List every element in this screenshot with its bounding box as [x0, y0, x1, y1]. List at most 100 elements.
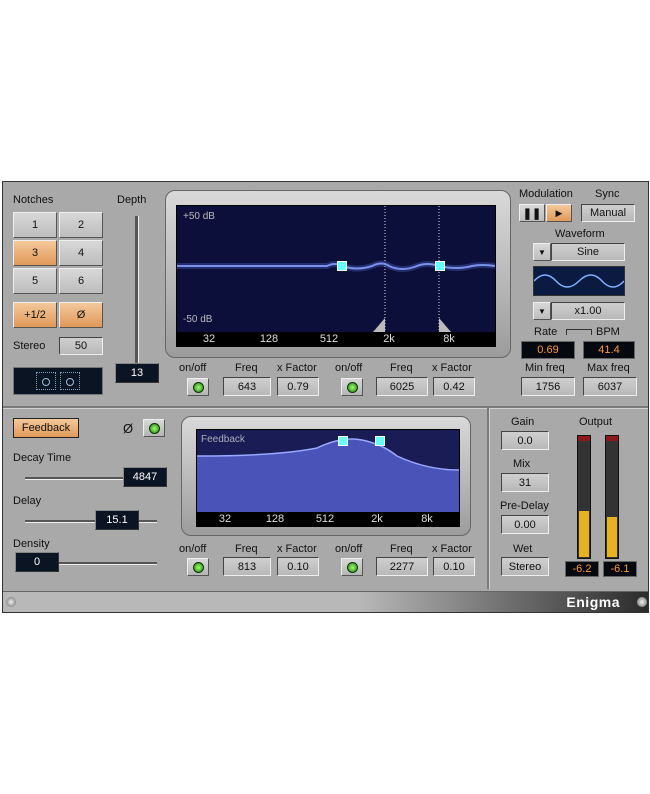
notch-handle-1[interactable] — [337, 261, 347, 271]
bottom-freq-tick: 128 — [265, 513, 285, 525]
top-freq-label-2: Freq — [390, 362, 413, 374]
multiplier-value[interactable]: x1.00 — [551, 302, 625, 320]
top-freq-tick: 128 — [259, 333, 279, 345]
notch-button-1[interactable]: 1 — [13, 212, 57, 238]
top-notch-2-toggle[interactable] — [341, 378, 363, 396]
top-freq-axis: 32 128 512 2k 8k — [177, 332, 495, 346]
wet-label: Wet — [513, 543, 533, 555]
feedback-display-label: Feedback — [201, 434, 245, 445]
depth-slider-track[interactable] — [135, 216, 139, 366]
rate-value[interactable]: 0.69 — [521, 341, 575, 359]
notch-button-3[interactable]: 3 — [13, 240, 57, 266]
top-notch-2-factor[interactable]: 0.42 — [433, 377, 475, 396]
waveform-dropdown-arrow-icon[interactable]: ▼ — [533, 243, 551, 261]
product-name: Enigma — [566, 594, 620, 610]
notches-label: Notches — [13, 194, 54, 206]
feedback-phase-toggle[interactable] — [143, 419, 165, 437]
multiplier-dropdown-arrow-icon[interactable]: ▼ — [533, 302, 551, 320]
top-onoff-label-1: on/off — [179, 362, 207, 374]
decay-time-value[interactable]: 4847 — [123, 467, 167, 487]
bottom-freq-axis: 32 128 512 2k 8k — [197, 512, 459, 526]
top-notch-1-factor[interactable]: 0.79 — [277, 377, 319, 396]
notch-response-display[interactable]: +50 dB -50 dB 32 128 512 2k 8k — [176, 205, 496, 347]
bpm-label: BPM — [596, 326, 620, 338]
bottom-band-1-toggle[interactable] — [187, 558, 209, 576]
notch-button-6[interactable]: 6 — [59, 268, 103, 294]
feedback-handle-2[interactable] — [375, 436, 385, 446]
sync-mode-value[interactable]: Manual — [581, 204, 635, 222]
bottom-band-2-freq[interactable]: 2277 — [376, 557, 428, 576]
top-notch-2-freq[interactable]: 6025 — [376, 377, 428, 396]
bottom-freq-tick: 2k — [371, 513, 383, 525]
waveform-preview — [533, 266, 625, 296]
bottom-freq-tick: 8k — [421, 513, 433, 525]
bottom-onoff-label-2: on/off — [335, 543, 363, 555]
right-speaker-icon — [60, 372, 80, 390]
density-value[interactable]: 0 — [15, 552, 59, 572]
pre-delay-value[interactable]: 0.00 — [501, 515, 549, 534]
bottom-band-2-factor[interactable]: 0.10 — [433, 557, 475, 576]
half-notch-button[interactable]: +1/2 — [13, 302, 57, 328]
feedback-response-display[interactable]: Feedback 32 128 512 2k 8k — [196, 429, 460, 527]
rate-label: Rate — [534, 326, 558, 338]
output-meter-left — [577, 435, 591, 559]
top-freq-label-1: Freq — [235, 362, 258, 374]
bottom-factor-label-1: x Factor — [277, 543, 317, 555]
gain-value[interactable]: 0.0 — [501, 431, 549, 450]
delay-label: Delay — [13, 495, 42, 507]
rate-bpm-link-icon — [566, 329, 592, 335]
left-speaker-icon — [36, 372, 56, 390]
pre-delay-label: Pre-Delay — [500, 500, 549, 512]
play-icon[interactable]: ▶ — [546, 204, 572, 222]
notch-button-4[interactable]: 4 — [59, 240, 103, 266]
depth-label: Depth — [117, 194, 147, 206]
decay-time-label: Decay Time — [13, 452, 72, 464]
sync-label: Sync — [595, 188, 620, 200]
max-freq-label: Max freq — [587, 362, 630, 374]
delay-value[interactable]: 15.1 — [95, 510, 139, 530]
feedback-handle-1[interactable] — [338, 436, 348, 446]
pause-icon[interactable]: ❚❚ — [519, 204, 545, 222]
bottom-band-2-toggle[interactable] — [341, 558, 363, 576]
screw-icon — [6, 597, 16, 607]
notch-button-5[interactable]: 5 — [13, 268, 57, 294]
bottom-factor-label-2: x Factor — [432, 543, 472, 555]
output-meter-right-fill — [607, 516, 617, 557]
max-freq-value[interactable]: 6037 — [583, 377, 637, 396]
stereo-image-display — [13, 367, 103, 395]
stereo-label: Stereo — [13, 340, 46, 352]
density-label: Density — [13, 538, 50, 550]
bottom-band-1-freq[interactable]: 813 — [223, 557, 271, 576]
section-divider — [3, 406, 648, 409]
wet-mode-value[interactable]: Stereo — [501, 557, 549, 576]
bottom-band-1-factor[interactable]: 0.10 — [277, 557, 319, 576]
notch-button-2[interactable]: 2 — [59, 212, 103, 238]
mix-value[interactable]: 31 — [501, 473, 549, 492]
mix-label: Mix — [513, 458, 531, 470]
bottom-freq-label-1: Freq — [235, 543, 258, 555]
notch-handle-2[interactable] — [435, 261, 445, 271]
top-freq-tick: 8k — [443, 333, 455, 345]
top-freq-tick: 32 — [202, 333, 216, 345]
bottom-freq-tick: 512 — [315, 513, 335, 525]
top-notch-1-toggle[interactable] — [187, 378, 209, 396]
output-left-value: -6.2 — [565, 561, 599, 577]
output-meter-left-fill — [579, 510, 589, 557]
enigma-plugin-window: Notches 1 2 3 4 5 6 +1/2 Ø Stereo 50 Dep… — [2, 181, 649, 613]
bpm-value[interactable]: 41.4 — [583, 341, 635, 359]
top-freq-tick: 512 — [319, 333, 339, 345]
output-label: Output — [579, 416, 613, 428]
notch-curve-graph — [177, 206, 495, 332]
stereo-value[interactable]: 50 — [59, 337, 103, 355]
min-freq-value[interactable]: 1756 — [521, 377, 575, 396]
bottom-onoff-label-1: on/off — [179, 543, 207, 555]
waveform-value[interactable]: Sine — [551, 243, 625, 261]
top-factor-label-2: x Factor — [432, 362, 472, 374]
phase-invert-button[interactable]: Ø — [59, 302, 103, 328]
min-freq-label: Min freq — [525, 362, 565, 374]
feedback-toggle-button[interactable]: Feedback — [13, 418, 79, 438]
top-freq-tick: 2k — [383, 333, 395, 345]
depth-value[interactable]: 13 — [115, 363, 159, 383]
footer-bar: Enigma — [3, 591, 648, 612]
top-notch-1-freq[interactable]: 643 — [223, 377, 271, 396]
